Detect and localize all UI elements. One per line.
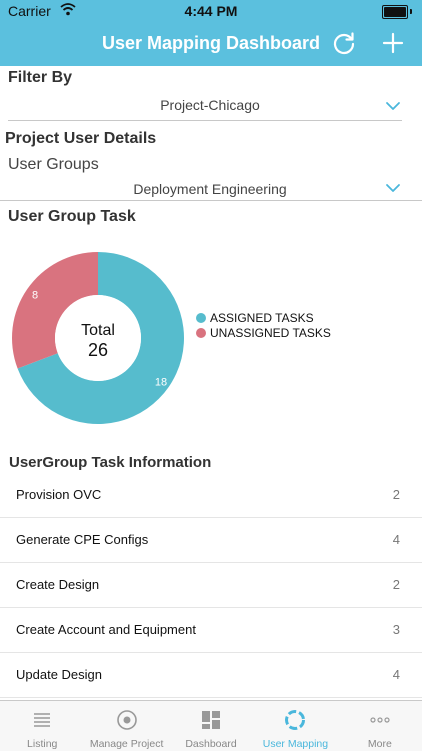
donut-data-label: 8 (32, 290, 38, 302)
assigned-dot-icon (196, 312, 206, 323)
task-row[interactable]: Provision OVC 2 (0, 473, 422, 518)
tab-dashboard[interactable]: Dashboard (169, 701, 253, 751)
task-list: Provision OVC 2 Generate CPE Configs 4 C… (0, 473, 422, 698)
tab-label: User Mapping (262, 738, 329, 750)
tab-manage-project[interactable]: Manage Project (84, 701, 168, 751)
status-bar: Carrier 4:44 PM (0, 0, 422, 22)
task-count: 4 (392, 532, 400, 547)
task-row[interactable]: Generate CPE Configs 4 (0, 518, 422, 563)
filter-divider (8, 120, 402, 121)
chevron-down-icon[interactable] (385, 183, 401, 193)
donut-chart-svg: Total 26 18 8 (12, 252, 185, 424)
target-icon (116, 710, 137, 730)
task-count: 3 (392, 622, 400, 637)
user-mapping-icon (285, 710, 306, 730)
legend-item-unassigned: UNASSIGNED TASKS (196, 325, 331, 340)
user-group-task-label: User Group Task (8, 208, 136, 225)
legend-label: ASSIGNED TASKS (210, 310, 314, 325)
tab-user-mapping[interactable]: User Mapping (253, 701, 337, 751)
more-icon (370, 717, 390, 723)
chevron-down-icon[interactable] (385, 101, 401, 111)
details-divider (0, 200, 422, 201)
clock: 4:44 PM (184, 3, 238, 19)
navigation-bar: User Mapping Dashboard (0, 22, 422, 66)
legend-label: UNASSIGNED TASKS (210, 325, 331, 340)
task-row[interactable]: Create Account and Equipment 3 (0, 608, 422, 653)
task-name: Create Design (16, 577, 100, 592)
user-groups-label: User Groups (8, 156, 99, 173)
add-icon[interactable] (381, 31, 405, 55)
donut-total-value: 26 (88, 340, 108, 360)
tab-bar: Listing Manage Project Dashboard User Ma… (0, 700, 422, 751)
donut-data-label: 18 (155, 376, 167, 388)
user-group-dropdown[interactable]: Deployment Engineering (60, 181, 360, 197)
tab-label: Manage Project (89, 738, 164, 750)
tab-more[interactable]: More (338, 701, 422, 751)
project-user-details-label: Project User Details (5, 130, 157, 147)
battery-tip (410, 9, 412, 14)
task-name: Create Account and Equipment (16, 622, 196, 637)
tab-label: Listing (27, 738, 58, 750)
task-name: Provision OVC (16, 487, 102, 502)
task-name: Generate CPE Configs (16, 532, 149, 547)
unassigned-dot-icon (196, 327, 206, 338)
dashboard-icon (202, 711, 221, 729)
task-name: Update Design (16, 667, 102, 682)
tab-label: Dashboard (185, 738, 237, 750)
list-icon (34, 713, 51, 727)
project-dropdown[interactable]: Project-Chicago (60, 97, 360, 113)
tab-label: More (367, 738, 392, 750)
task-count: 2 (392, 577, 400, 592)
task-row[interactable]: Update Design 4 (0, 653, 422, 698)
task-row[interactable]: Create Design 2 (0, 563, 422, 608)
battery-icon (382, 5, 408, 19)
refresh-icon[interactable] (331, 30, 357, 56)
task-count: 4 (392, 667, 400, 682)
task-info-header: UserGroup Task Information (9, 454, 212, 471)
legend-item-assigned: ASSIGNED TASKS (196, 310, 331, 325)
chart-legend: ASSIGNED TASKS UNASSIGNED TASKS (196, 310, 331, 340)
tab-listing[interactable]: Listing (0, 701, 84, 751)
donut-total-label: Total (81, 322, 115, 339)
task-count: 2 (392, 487, 400, 502)
filter-by-label: Filter By (8, 69, 73, 86)
donut-chart: Total 26 18 8 (8, 248, 190, 430)
page-title: User Mapping Dashboard (101, 33, 321, 53)
